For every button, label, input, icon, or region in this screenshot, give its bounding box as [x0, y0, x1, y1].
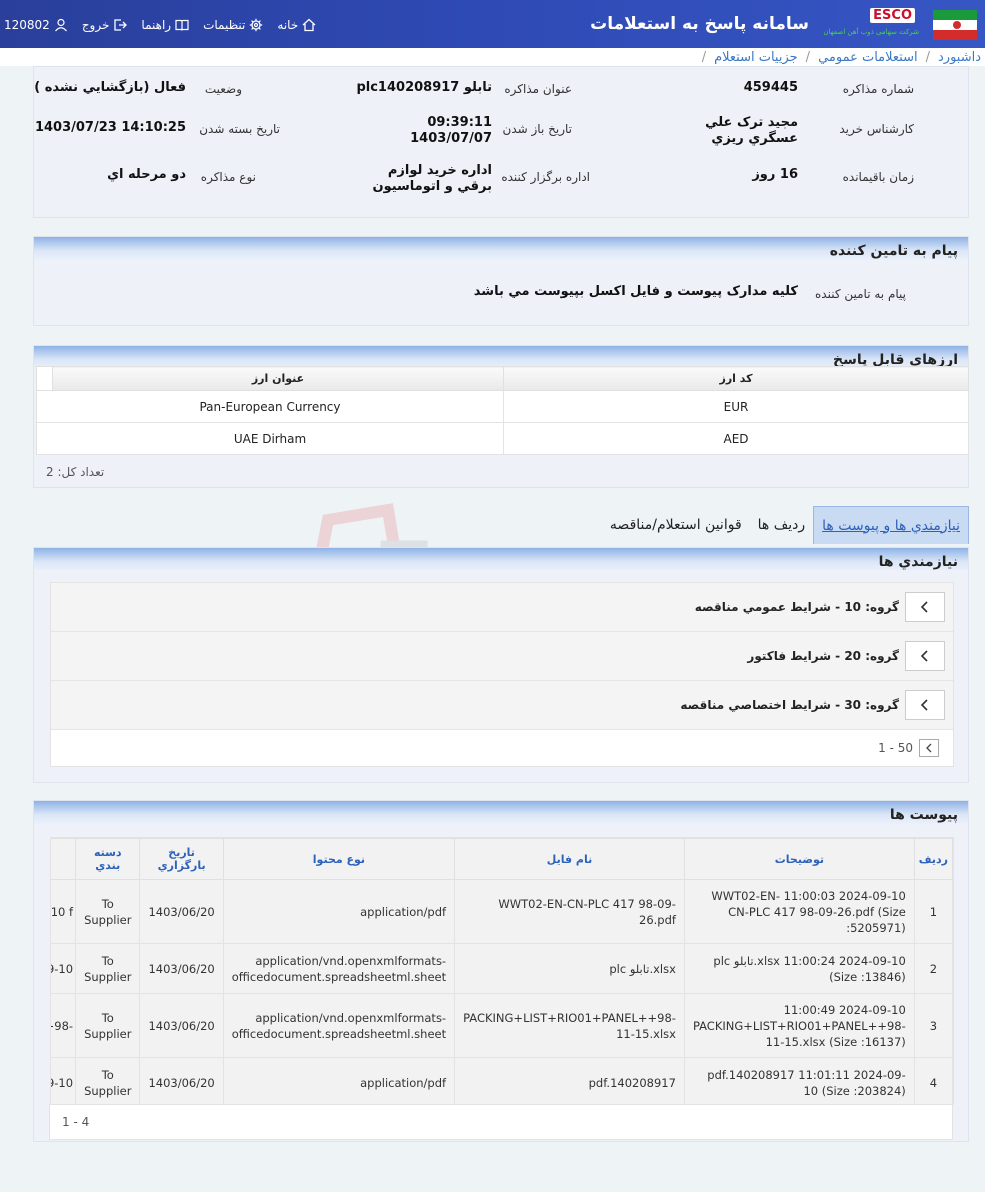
remaining-label: زمان باقيمانده	[842, 170, 914, 184]
open-date-value: 1403/07/07	[410, 131, 492, 146]
breadcrumb-inquiry-details[interactable]: جزييات استعلام	[714, 50, 798, 65]
nav-home[interactable]: خانه	[277, 18, 316, 32]
list-item[interactable]: گروه: 20 - شرايط فاکتور	[51, 632, 953, 681]
col-extra[interactable]	[51, 838, 77, 880]
title-label: عنوان مذاکره	[504, 82, 572, 96]
gear-icon	[249, 18, 263, 32]
table-row[interactable]: 4 pdf.140208917 11:01:11 2024-09-10 (Siz…	[51, 1057, 953, 1104]
currency-code: EUR	[503, 390, 969, 423]
nav-settings[interactable]: تنظيمات	[203, 18, 263, 32]
tabs: نيازمندي ها و پيوست ها رديف ها قوانين اس…	[602, 506, 969, 544]
col-category[interactable]: دسته بندي	[75, 838, 141, 880]
col-index[interactable]: رديف	[913, 838, 953, 880]
top-nav: خانه تنظيمات راهنما خروج 120802	[4, 18, 316, 32]
table-row[interactable]: 3 11:00:49 2024-09-10 PACKING+LIST+RIO01…	[51, 993, 953, 1058]
brand: ESCO شرکت سهامی ذوب آهن اصفهان سامانه پا…	[590, 6, 977, 42]
tab-rules[interactable]: قوانين استعلام/مناقصه	[602, 506, 750, 544]
breadcrumb: داشبورد / استعلامات عمومي / جزييات استعل…	[0, 48, 985, 66]
book-icon	[175, 18, 189, 32]
tab-rows[interactable]: رديف ها	[750, 506, 813, 544]
currency-title: Pan-European Currency	[36, 390, 504, 423]
pager-range: 1 - 50	[878, 741, 913, 755]
chevron-left-icon[interactable]	[905, 592, 945, 622]
currency-title: UAE Dirham	[36, 422, 504, 455]
col-upload-date[interactable]: تاريخ بارگزاري	[139, 838, 224, 880]
requirements-group-list: گروه: 10 - شرايط عمومي مناقصه گروه: 20 -…	[50, 582, 954, 767]
group-label: گروه: 10 - شرايط عمومي مناقصه	[694, 600, 899, 614]
attachments-table-scroll[interactable]: رديف توضيحات نام فايل نوع محتوا تاريخ با…	[50, 837, 954, 1105]
title-value: تابلو plc140208917	[356, 80, 492, 95]
open-date-label: تاريخ باز شدن	[502, 122, 572, 136]
col-currency-title[interactable]: عنوان ارز	[52, 366, 504, 391]
col-filename[interactable]: نام فايل	[454, 838, 685, 880]
currencies-panel: ارزهاي قابل پاسخ کد ارز عنوان ارز EUR Pa…	[33, 345, 969, 488]
supplier-message-text: کليه مدارک پيوست و فايل اکسل بپيوست مي ب…	[473, 284, 798, 299]
table-row[interactable]: AED UAE Dirham	[36, 422, 969, 455]
iran-flag-logo	[927, 6, 977, 42]
breadcrumb-dashboard[interactable]: داشبورد	[938, 50, 981, 65]
close-date-label: تاريخ بسته شدن	[199, 122, 280, 136]
close-date-value: 1403/07/23 14:10:25	[34, 120, 186, 135]
attachments-table: رديف توضيحات نام فايل نوع محتوا تاريخ با…	[51, 838, 953, 1104]
pager-range: 1 - 4	[62, 1115, 90, 1129]
attachments-panel: پيوست ها رديف توضيحات نام فايل نوع محتوا…	[33, 800, 969, 1142]
dept-label: اداره برگزار کننده	[501, 170, 590, 184]
table-row[interactable]: 1 WWT02-EN- 11:00:03 2024-09-10 CN-PLC 4…	[51, 879, 953, 944]
nav-user[interactable]: 120802	[4, 18, 68, 32]
col-content-type[interactable]: نوع محتوا	[222, 838, 456, 880]
attachments-title: پيوست ها	[34, 801, 968, 825]
expert-label: کارشناس خريد	[839, 122, 914, 136]
nav-logout[interactable]: خروج	[82, 18, 128, 32]
open-time-value: 09:39:11	[427, 115, 492, 130]
breadcrumb-public-inquiries[interactable]: استعلامات عمومي	[818, 50, 918, 65]
status-label: وضعيت	[204, 82, 242, 96]
chevron-left-icon[interactable]	[905, 641, 945, 671]
status-value: فعال (بازگشايي نشده )	[34, 80, 186, 95]
tender-no-value: 459445	[743, 80, 798, 95]
supplier-message-panel: پيام به تامين کننده پيام به تامين کننده …	[33, 236, 969, 326]
currencies-table: کد ارز عنوان ارز EUR Pan-European Curren…	[36, 366, 969, 455]
top-bar: ESCO شرکت سهامی ذوب آهن اصفهان سامانه پا…	[0, 0, 985, 48]
tender-info-panel: شماره مذاکره 459445 عنوان مذاکره تابلو p…	[33, 66, 969, 218]
requirements-title: نيازمندي ها	[34, 548, 968, 572]
currencies-count: تعداد کل: 2	[46, 465, 105, 479]
home-icon	[302, 18, 316, 32]
supplier-message-title: پيام به تامين کننده	[34, 237, 968, 261]
esco-logo: ESCO شرکت سهامی ذوب آهن اصفهان	[823, 8, 919, 36]
requirements-pager: 1 - 50	[51, 730, 953, 766]
col-description[interactable]: توضيحات	[683, 838, 915, 880]
dept-value: اداره خريد لوازم برقي و اتوماسيون	[372, 163, 492, 194]
table-row[interactable]: 2 plc تابلو.xlsx 11:00:24 2024-09-10 (Si…	[51, 943, 953, 994]
type-value: دو مرحله اي	[107, 167, 186, 182]
tab-requirements-attachments[interactable]: نيازمندي ها و پيوست ها	[813, 506, 969, 544]
chevron-left-icon[interactable]	[905, 690, 945, 720]
pager-prev-button[interactable]	[919, 739, 939, 757]
type-label: نوع مذاکره	[200, 170, 256, 184]
app-title: سامانه پاسخ به استعلامات	[590, 14, 809, 34]
requirements-panel: نيازمندي ها گروه: 10 - شرايط عمومي مناقص…	[33, 547, 969, 783]
col-currency-code[interactable]: کد ارز	[503, 366, 969, 391]
list-item[interactable]: گروه: 10 - شرايط عمومي مناقصه	[51, 583, 953, 632]
group-label: گروه: 20 - شرايط فاکتور	[747, 649, 899, 663]
currency-code: AED	[503, 422, 969, 455]
table-row[interactable]: EUR Pan-European Currency	[36, 390, 969, 423]
group-label: گروه: 30 - شرايط اختصاصي مناقصه	[680, 698, 899, 712]
list-item[interactable]: گروه: 30 - شرايط اختصاصي مناقصه	[51, 681, 953, 730]
nav-help[interactable]: راهنما	[141, 18, 189, 32]
logout-icon	[113, 18, 128, 32]
tender-no-label: شماره مذاکره	[842, 82, 914, 96]
user-icon	[54, 18, 68, 32]
supplier-message-label: پيام به تامين کننده	[815, 287, 906, 301]
attachments-pager: 1 - 4	[49, 1104, 953, 1140]
expert-value: مجيد ترک علي عسگري ريزي	[705, 115, 798, 146]
remaining-value: 16 روز	[752, 167, 798, 182]
